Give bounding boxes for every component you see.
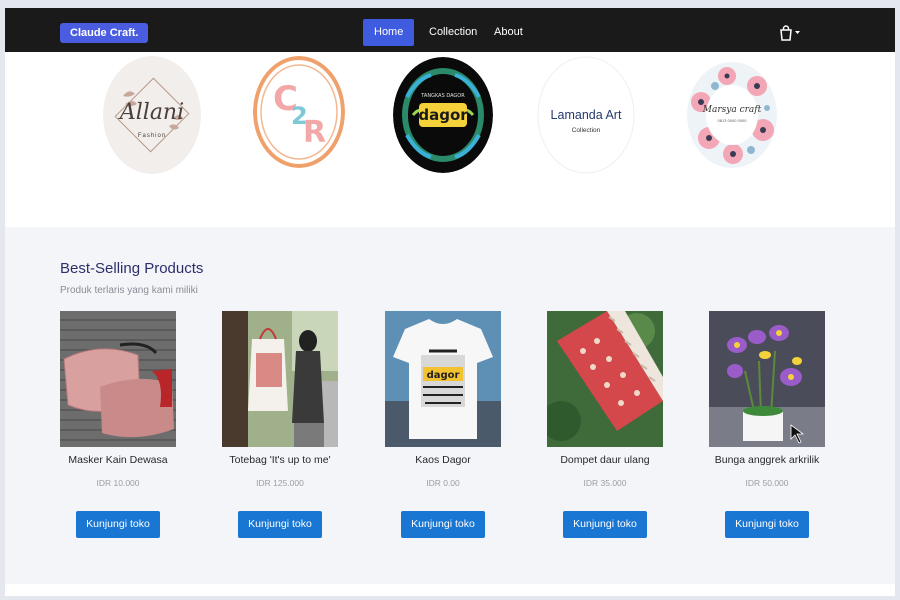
product-price: IDR 0.00 xyxy=(426,478,460,488)
svg-text:R: R xyxy=(303,115,326,150)
partner-logo-lamanda[interactable]: Lamanda Art Collection xyxy=(537,56,635,174)
visit-store-button[interactable]: Kunjungi toko xyxy=(563,511,647,538)
svg-text:TANGKAS DAGOR: TANGKAS DAGOR xyxy=(420,93,465,99)
product-image-bunga[interactable] xyxy=(709,311,825,447)
product-card: Totebag 'It's up to me' IDR 125.000 Kunj… xyxy=(222,311,338,551)
page-footer-edge xyxy=(5,584,895,596)
product-name: Dompet daur ulang xyxy=(560,454,650,466)
best-selling-section: Best-Selling Products Produk terlaris ya… xyxy=(5,227,895,584)
nav-collection[interactable]: Collection xyxy=(418,19,488,46)
svg-text:dagor: dagor xyxy=(418,106,468,124)
product-name: Bunga anggrek arkrilik xyxy=(714,454,820,466)
brand-logo[interactable]: Claude Craft. xyxy=(60,23,149,43)
partner-name: Lamanda Art xyxy=(550,108,622,122)
partner-name: Allani xyxy=(119,100,185,125)
visit-store-button[interactable]: Kunjungi toko xyxy=(401,511,485,538)
partner-logo-allani[interactable]: Allani Fashion xyxy=(103,56,201,174)
svg-text:0813 0000 0000: 0813 0000 0000 xyxy=(718,119,747,123)
product-price: IDR 50.000 xyxy=(745,478,789,488)
visit-store-button[interactable]: Kunjungi toko xyxy=(76,511,160,538)
partner-logo-dagor[interactable]: dagor TANGKAS DAGOR xyxy=(393,57,493,173)
caret-down-icon xyxy=(795,31,800,34)
product-price: IDR 35.000 xyxy=(583,478,627,488)
app-window: Claude Craft. Home Collection About Alla… xyxy=(5,8,895,596)
partner-logo-marsya[interactable]: Marsya craft 0813 0000 0000 xyxy=(687,62,777,168)
visit-store-button[interactable]: Kunjungi toko xyxy=(238,511,322,538)
product-price: IDR 125.000 xyxy=(256,478,304,488)
product-image-totebag[interactable] xyxy=(222,311,338,447)
section-title: Best-Selling Products xyxy=(60,260,204,277)
partner-subtitle: Fashion xyxy=(137,133,167,139)
product-image-dompet[interactable] xyxy=(547,311,663,447)
product-image-kaos[interactable]: dagor xyxy=(385,311,501,447)
shopping-bag-icon xyxy=(780,25,800,41)
section-subtitle: Produk terlaris yang kami miliki xyxy=(60,285,198,296)
navbar: Claude Craft. Home Collection About xyxy=(5,8,895,52)
cart-dropdown[interactable] xyxy=(779,25,803,41)
svg-text:dagor: dagor xyxy=(427,370,460,381)
nav-home[interactable]: Home xyxy=(363,19,415,46)
product-card: Masker Kain Dewasa IDR 10.000 Kunjungi t… xyxy=(60,311,176,551)
product-card: Bunga anggrek arkrilik IDR 50.000 Kunjun… xyxy=(709,311,825,551)
product-card: Dompet daur ulang IDR 35.000 Kunjungi to… xyxy=(547,311,663,551)
svg-text:Marsya craft: Marsya craft xyxy=(702,105,762,115)
product-name: Masker Kain Dewasa xyxy=(68,454,168,466)
partner-logos: Allani Fashion C 2 R dagor TANGKAS DAGOR… xyxy=(5,52,895,227)
product-image-masker[interactable] xyxy=(60,311,176,447)
partner-subtitle: Collection xyxy=(571,127,601,134)
partner-logo-c2r[interactable]: C 2 R xyxy=(253,56,345,168)
product-card: dagor Kaos Dagor IDR 0.00 Kunjungi toko xyxy=(385,311,501,551)
product-price: IDR 10.000 xyxy=(96,478,140,488)
visit-store-button[interactable]: Kunjungi toko xyxy=(725,511,809,538)
product-name: Kaos Dagor xyxy=(415,454,471,466)
nav-about[interactable]: About xyxy=(483,19,534,46)
product-name: Totebag 'It's up to me' xyxy=(229,454,331,466)
